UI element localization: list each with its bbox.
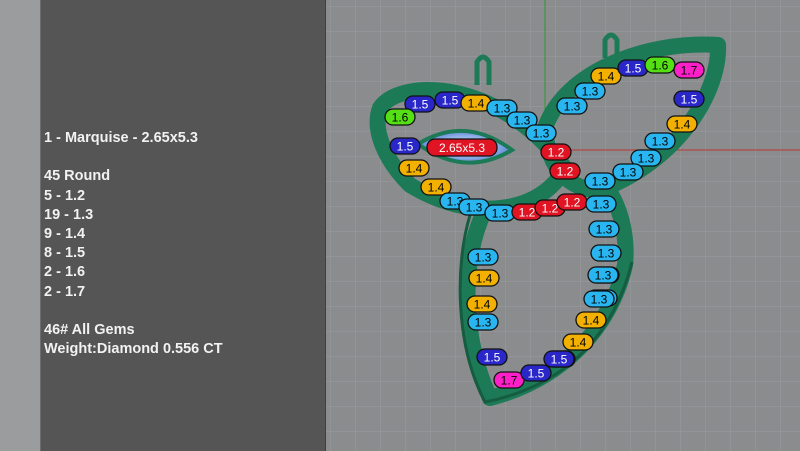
stone-label-text: 1.2 xyxy=(557,165,574,179)
stone-label-text: 1.4 xyxy=(674,118,691,132)
stone-label-text: 1.3 xyxy=(466,201,483,215)
stone-label-text: 1.7 xyxy=(501,374,518,388)
stone-label-text: 1.2 xyxy=(519,206,536,220)
stone-label: 1.3 xyxy=(574,82,606,100)
stone-label-text: 1.6 xyxy=(392,111,409,125)
stone-label-text: 1.4 xyxy=(598,70,615,84)
stone-label: 1.5 xyxy=(617,59,649,77)
stone-label: 1.3 xyxy=(467,313,499,331)
stone-label-text: 1.3 xyxy=(514,114,531,128)
stone-label-text: 1.5 xyxy=(442,94,459,108)
stone-label-text: 1.3 xyxy=(592,175,609,189)
stone-label: 1.3 xyxy=(590,244,622,262)
size-line: 5 - 1.2 xyxy=(44,187,86,204)
stone-label-text: 1.3 xyxy=(533,127,550,141)
stone-label-text: 1.3 xyxy=(494,102,511,116)
stone-label-text: 1.3 xyxy=(475,316,492,330)
stone-label: 1.5 xyxy=(389,137,421,155)
size-line: 8 - 1.5 xyxy=(44,245,86,262)
marquise-label-text: 2.65x5.3 xyxy=(439,141,485,155)
stone-label-text: 1.4 xyxy=(468,97,485,111)
stone-label-text: 1.3 xyxy=(638,152,655,166)
stone-label-text: 1.5 xyxy=(681,93,698,107)
weight-line: Weight:Diamond 0.556 CT xyxy=(44,341,223,358)
viewport-left-edge xyxy=(0,0,40,451)
stone-label-text: 1.5 xyxy=(397,140,414,154)
stone-label-text: 1.7 xyxy=(681,64,698,78)
stone-label-text: 1.3 xyxy=(598,247,615,261)
stone-label: 1.3 xyxy=(644,132,676,150)
stone-label: 1.3 xyxy=(587,266,619,284)
stone-label: 1.7 xyxy=(493,371,525,389)
stone-label-text: 1.3 xyxy=(620,166,637,180)
panel-divider xyxy=(325,0,326,451)
stone-label-text: 1.2 xyxy=(564,196,581,210)
stone-label: 1.5 xyxy=(520,364,552,382)
stone-label-text: 1.3 xyxy=(593,198,610,212)
stone-label: 1.3 xyxy=(556,97,588,115)
stone-label-text: 1.4 xyxy=(570,336,587,350)
stone-label-text: 1.3 xyxy=(591,293,608,307)
stone-label: 1.3 xyxy=(588,220,620,238)
stone-label: 1.4 xyxy=(466,295,498,313)
stone-label: 1.5 xyxy=(673,90,705,108)
stone-label-text: 1.5 xyxy=(625,62,642,76)
marquise-label: 2.65x5.3 xyxy=(426,138,498,157)
stone-label: 1.7 xyxy=(673,61,705,79)
stone-label: 1.6 xyxy=(384,108,416,126)
stone-label-text: 1.5 xyxy=(551,353,568,367)
stone-label-text: 1.2 xyxy=(542,202,559,216)
stone-label: 1.4 xyxy=(590,67,622,85)
stone-label: 1.3 xyxy=(525,124,557,142)
stone-label-text: 1.4 xyxy=(474,298,491,312)
gem-summary: 1 - Marquise - 2.65x5.3 45 Round 5 - 1.2… xyxy=(44,129,223,359)
stone-label: 1.4 xyxy=(562,333,594,351)
stone-label-text: 1.3 xyxy=(652,135,669,149)
stone-label: 1.5 xyxy=(543,350,575,368)
stone-label: 1.2 xyxy=(549,162,581,180)
stone-label: 1.3 xyxy=(585,195,617,213)
marquise-line: 1 - Marquise - 2.65x5.3 xyxy=(44,130,198,146)
stone-label: 1.3 xyxy=(467,248,499,266)
stone-label: 1.5 xyxy=(476,348,508,366)
stone-label-text: 1.5 xyxy=(528,367,545,381)
stone-label-text: 1.3 xyxy=(595,269,612,283)
stone-label-text: 1.3 xyxy=(596,223,613,237)
stone-label: 1.4 xyxy=(575,311,607,329)
stone-label-text: 1.4 xyxy=(406,162,423,176)
stone-label-text: 1.4 xyxy=(428,181,445,195)
stone-label: 1.6 xyxy=(644,56,676,74)
stone-label-text: 1.3 xyxy=(582,85,599,99)
all-gems-line: 46# All Gems xyxy=(44,322,135,338)
stone-label-text: 1.4 xyxy=(476,272,493,286)
stone-label-text: 1.3 xyxy=(492,207,509,221)
stone-label-text: 1.6 xyxy=(652,59,669,73)
stone-label: 1.3 xyxy=(583,290,615,308)
stone-label-text: 1.5 xyxy=(412,98,429,112)
stone-label-text: 1.3 xyxy=(475,251,492,265)
stone-label: 1.4 xyxy=(666,115,698,133)
round-header: 45 Round xyxy=(44,168,111,185)
stone-label: 1.4 xyxy=(468,269,500,287)
stone-label: 1.2 xyxy=(540,143,572,161)
size-line: 19 - 1.3 xyxy=(44,206,94,223)
stone-label-text: 1.4 xyxy=(583,314,600,328)
size-line: 2 - 1.7 xyxy=(44,283,86,300)
stone-label: 1.3 xyxy=(584,172,616,190)
stone-label: 1.2 xyxy=(556,193,588,211)
stone-label-text: 1.3 xyxy=(564,100,581,114)
stone-label: 1.3 xyxy=(612,163,644,181)
stone-label: 1.5 xyxy=(434,91,466,109)
stone-label: 1.4 xyxy=(398,159,430,177)
stone-label-text: 1.5 xyxy=(484,351,501,365)
size-line: 9 - 1.4 xyxy=(44,226,86,242)
size-line: 2 - 1.6 xyxy=(44,264,86,281)
stone-label-text: 1.2 xyxy=(548,146,565,160)
stone-label: 1.3 xyxy=(484,204,516,222)
